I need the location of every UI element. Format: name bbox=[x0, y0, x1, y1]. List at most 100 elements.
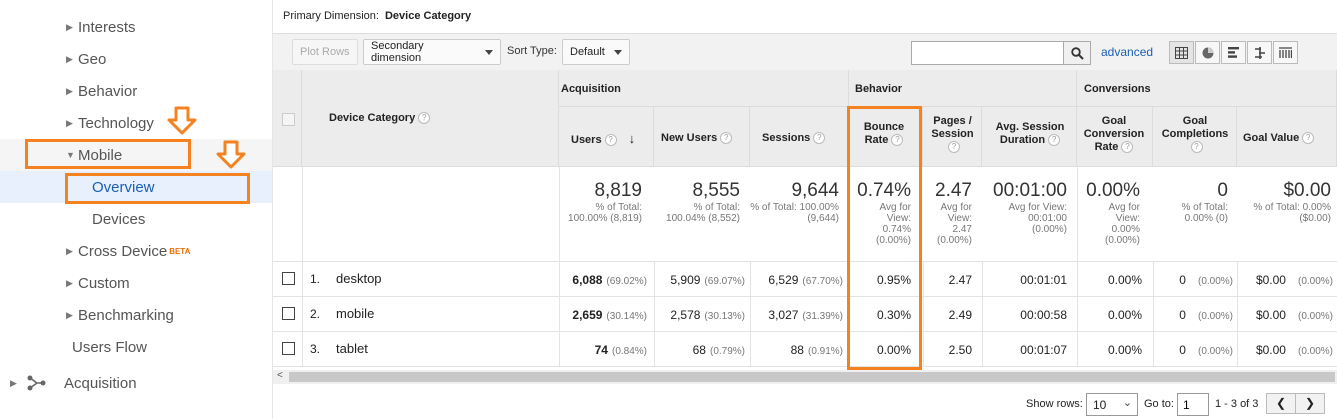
chevron-right-icon: ▶ bbox=[66, 309, 73, 320]
col-conv-rate-label[interactable]: Goal Conversion Rate? bbox=[1081, 115, 1147, 154]
sidebar-item-geo[interactable]: ▶ Geo bbox=[66, 43, 106, 75]
cell-conv-rate: 0.00% bbox=[1107, 308, 1142, 322]
row-dimension-link[interactable]: tablet bbox=[336, 341, 368, 356]
help-icon: ? bbox=[1190, 141, 1203, 154]
cell-conv-rate: 0.00% bbox=[1107, 343, 1142, 357]
sidebar-nav: ▶ Interests ▶ Geo ▶ Behavior ▶ Technology ▼ M… bbox=[0, 0, 273, 419]
select-all-checkbox[interactable] bbox=[282, 113, 295, 126]
search-icon bbox=[1070, 46, 1084, 60]
sidebar-item-technology[interactable]: ▶ Technology bbox=[66, 107, 154, 139]
cell-goal-value: $0.00 (0.00%) bbox=[1255, 308, 1333, 322]
sidebar-item-users-flow[interactable]: Users Flow bbox=[72, 331, 147, 363]
prev-page-button[interactable]: ❮ bbox=[1266, 393, 1296, 414]
report-table: Device Category? Acquisition Behavior Co… bbox=[273, 70, 1337, 370]
sidebar-item-devices[interactable]: Devices bbox=[92, 203, 145, 235]
pie-view-button[interactable] bbox=[1195, 41, 1220, 64]
sidebar-item-label: Technology bbox=[78, 114, 154, 132]
table-view-button[interactable] bbox=[1169, 41, 1194, 64]
acquisition-icon bbox=[27, 375, 46, 391]
sidebar-item-benchmarking[interactable]: ▶ Benchmarking bbox=[66, 299, 174, 331]
conversions-group-label: Conversions bbox=[1084, 83, 1151, 95]
help-icon: ? bbox=[1048, 134, 1061, 147]
next-page-button[interactable]: ❯ bbox=[1295, 393, 1325, 414]
plot-rows-button[interactable]: Plot Rows bbox=[292, 39, 358, 65]
chevron-down-icon: ⌄ bbox=[1122, 397, 1132, 409]
advanced-filter-link[interactable]: advanced bbox=[1101, 45, 1153, 59]
cell-users: 6,088 (69.02%) bbox=[572, 273, 647, 287]
dimension-header-label: Device Category? bbox=[329, 112, 431, 125]
col-duration-label[interactable]: Avg. Session Duration? bbox=[989, 121, 1071, 147]
row-index: 2. bbox=[310, 307, 321, 321]
sidebar-item-label: Cross Device bbox=[78, 242, 168, 260]
beta-badge: BETA bbox=[169, 246, 191, 256]
table-search-input[interactable] bbox=[911, 41, 1064, 65]
comparison-view-button[interactable] bbox=[1247, 41, 1272, 64]
primary-dimension-value[interactable]: Device Category bbox=[385, 10, 471, 22]
row-checkbox[interactable] bbox=[282, 272, 295, 285]
cell-new-users: 5,909 (69.07%) bbox=[670, 273, 745, 287]
col-completions-label[interactable]: Goal Completions? bbox=[1157, 115, 1233, 154]
caret-down-icon bbox=[485, 49, 493, 55]
show-rows-select[interactable]: 10 ⌄ bbox=[1086, 393, 1138, 416]
sidebar-item-label: Behavior bbox=[78, 82, 138, 100]
cell-goal-value: $0.00 (0.00%) bbox=[1255, 273, 1333, 287]
sidebar-item-acquisition[interactable]: ▶ Acquisition bbox=[10, 367, 137, 399]
cell-sessions: 6,529 (67.70%) bbox=[768, 273, 843, 287]
go-to-page-input[interactable] bbox=[1177, 393, 1209, 416]
sidebar-item-label: Custom bbox=[78, 274, 130, 292]
chevron-right-icon: ▶ bbox=[66, 117, 73, 128]
chevron-right-icon: ▶ bbox=[10, 377, 17, 388]
col-goal-value-label[interactable]: Goal Value? bbox=[1243, 132, 1315, 145]
row-dimension-link[interactable]: desktop bbox=[336, 271, 382, 286]
cell-pages-session: 2.50 bbox=[948, 343, 972, 357]
pivot-icon bbox=[1279, 47, 1292, 58]
go-to-label: Go to: bbox=[1144, 398, 1174, 410]
chevron-right-icon: ▶ bbox=[66, 277, 73, 288]
cell-conv-rate: 0.00% bbox=[1107, 273, 1142, 287]
col-new-users-label[interactable]: New Users? bbox=[661, 132, 733, 145]
col-pages-session-label[interactable]: Pages / Session? bbox=[925, 115, 980, 154]
sort-type-value: Default bbox=[570, 46, 605, 58]
cell-duration: 00:00:58 bbox=[1020, 308, 1067, 322]
sidebar-item-interests[interactable]: ▶ Interests bbox=[66, 11, 136, 43]
search-button[interactable] bbox=[1063, 41, 1091, 65]
cell-duration: 00:01:07 bbox=[1020, 343, 1067, 357]
cell-sessions: 88 (0.91%) bbox=[790, 343, 843, 357]
sidebar-item-custom[interactable]: ▶ Custom bbox=[66, 267, 130, 299]
scrollbar-thumb[interactable] bbox=[289, 372, 1335, 382]
cell-duration: 00:01:01 bbox=[1020, 273, 1067, 287]
pagination-range: 1 - 3 of 3 bbox=[1215, 398, 1259, 410]
row-checkbox[interactable] bbox=[282, 307, 295, 320]
help-icon: ? bbox=[418, 112, 431, 125]
horizontal-scrollbar[interactable]: < bbox=[273, 370, 1337, 384]
row-checkbox[interactable] bbox=[282, 342, 295, 355]
sidebar-item-label: Acquisition bbox=[64, 374, 137, 392]
performance-view-button[interactable] bbox=[1221, 41, 1246, 64]
sidebar-item-demographics[interactable] bbox=[0, 0, 272, 18]
chevron-left-icon: ❮ bbox=[1275, 396, 1287, 410]
show-rows-value: 10 bbox=[1093, 398, 1107, 412]
secondary-dimension-dropdown[interactable]: Secondary dimension bbox=[363, 39, 501, 65]
row-index: 3. bbox=[310, 342, 321, 356]
highlight-box-bounce-rate bbox=[847, 106, 922, 370]
col-users-label[interactable]: Users? ↓ bbox=[571, 132, 635, 147]
pie-chart-icon bbox=[1202, 47, 1213, 58]
total-duration: 00:01:00 Avg for View: 00:01:00 (0.00%) bbox=[993, 180, 1067, 235]
secondary-dimension-label: Secondary dimension bbox=[371, 40, 424, 64]
row-dimension-link[interactable]: mobile bbox=[336, 306, 374, 321]
sidebar-item-behavior[interactable]: ▶ Behavior bbox=[66, 75, 137, 107]
sort-type-dropdown[interactable]: Default bbox=[562, 39, 630, 65]
primary-dimension-label: Primary Dimension: bbox=[283, 10, 379, 22]
sidebar-item-label: Users Flow bbox=[72, 338, 148, 356]
total-new-users: 8,555% of Total: 100.04% (8,552) bbox=[666, 180, 740, 224]
col-sessions-label[interactable]: Sessions? bbox=[762, 132, 826, 145]
sidebar-item-label: Interests bbox=[78, 18, 136, 36]
cell-completions: 0 (0.00%) bbox=[1179, 273, 1233, 287]
scroll-left-icon[interactable]: < bbox=[277, 370, 283, 381]
chevron-right-icon: ▶ bbox=[66, 245, 73, 256]
sidebar-item-label: Benchmarking bbox=[78, 306, 174, 324]
grid-icon bbox=[1175, 46, 1188, 59]
total-pages-session: 2.47 Avg for View: 2.47 (0.00%) bbox=[935, 180, 972, 246]
sidebar-item-cross-device[interactable]: ▶ Cross Device BETA bbox=[66, 235, 190, 267]
pivot-view-button[interactable] bbox=[1273, 41, 1298, 64]
